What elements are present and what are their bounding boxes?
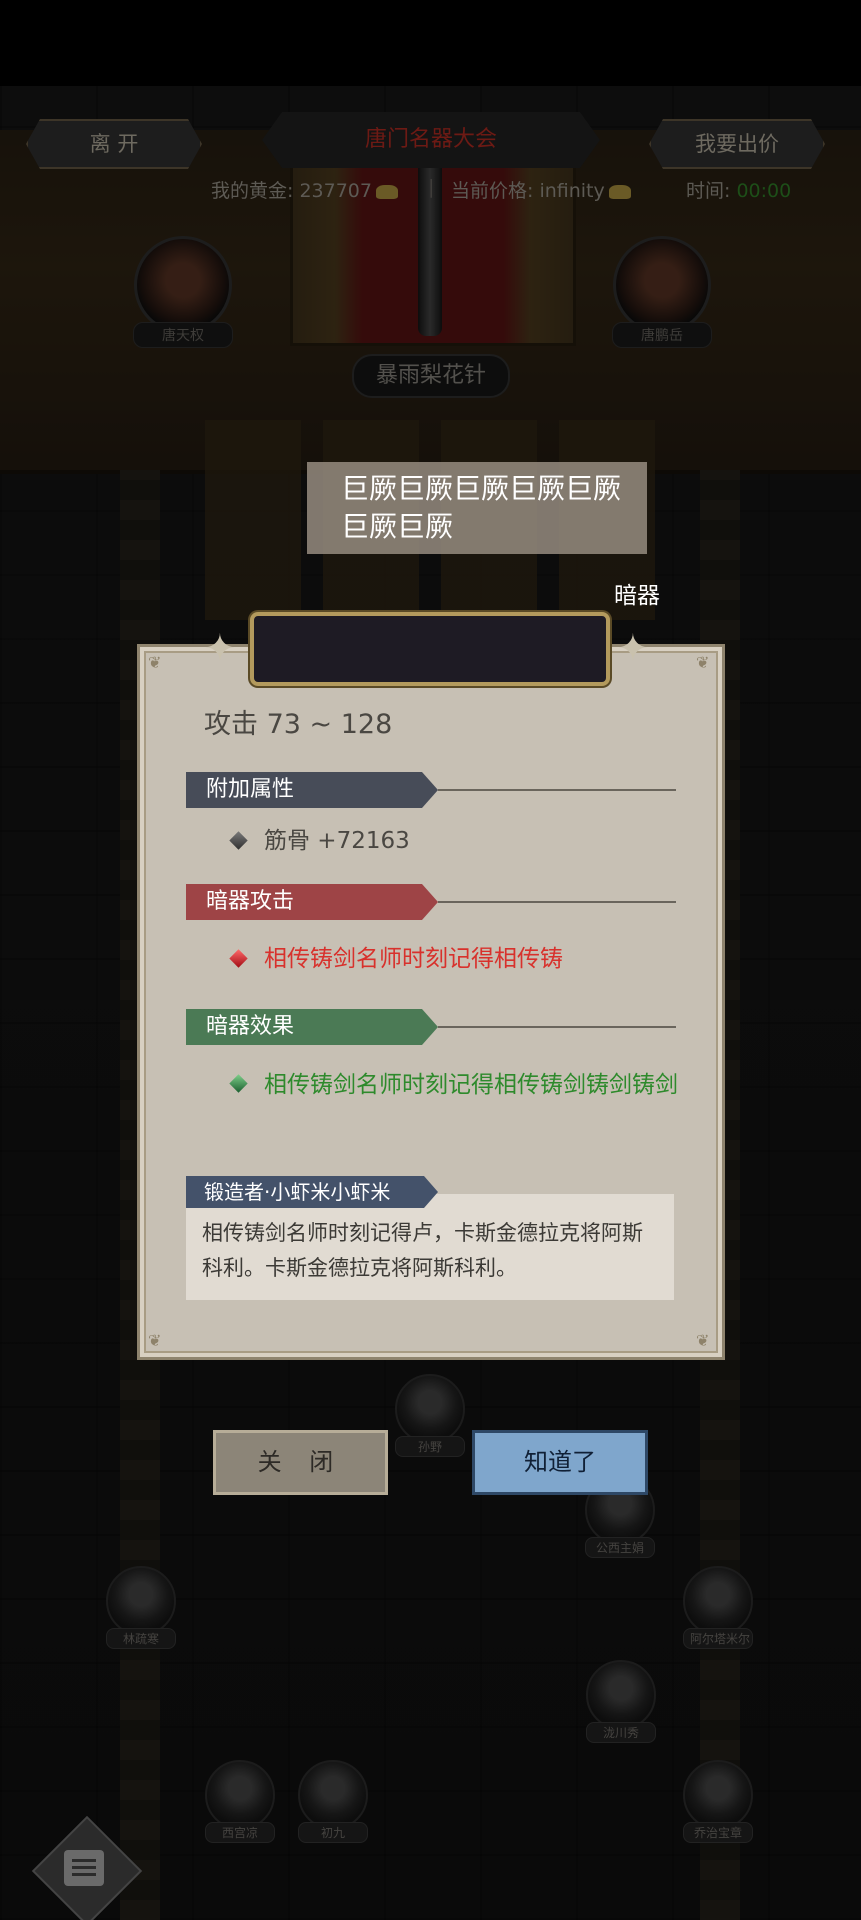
item-header-slot bbox=[250, 612, 610, 686]
divider bbox=[438, 901, 676, 903]
attack-stat: 攻击 73 ~ 128 bbox=[204, 709, 393, 740]
divider bbox=[438, 789, 676, 791]
item-name: 巨厥巨厥巨厥巨厥巨厥巨厥巨厥 bbox=[341, 472, 622, 543]
divider: | bbox=[428, 176, 435, 198]
game-screen: 唐天权 唐鹏岳 暴雨梨花针 孙野 公西主娟 林疏寒 阿尔塔米尔 泷川秀 西宫凉 … bbox=[0, 0, 861, 1920]
attribute-text: 筋骨 +72163 bbox=[264, 828, 410, 854]
item-type: 暗器 bbox=[614, 583, 660, 609]
confirm-button[interactable]: 知道了 bbox=[472, 1430, 648, 1495]
leave-button[interactable]: 离 开 bbox=[26, 119, 202, 169]
page-title: 唐门名器大会 bbox=[262, 112, 600, 168]
gold-text: 我的黄金: 237707 bbox=[211, 180, 372, 202]
item-name-box: 巨厥巨厥巨厥巨厥巨厥巨厥巨厥 bbox=[307, 462, 647, 554]
effect-description-row: 相传铸剑名师时刻记得相传铸剑铸剑铸剑 bbox=[229, 1066, 694, 1104]
divider bbox=[438, 1026, 676, 1028]
star-ornament-icon: ✦ bbox=[617, 626, 649, 670]
diamond-bullet-icon bbox=[229, 949, 248, 968]
time-label: 时间: bbox=[686, 180, 731, 202]
attack-description-row: 相传铸剑名师时刻记得相传铸 bbox=[229, 941, 704, 977]
price-text: 当前价格: infinity bbox=[451, 180, 605, 202]
effect-description: 相传铸剑名师时刻记得相传铸剑铸剑铸剑 bbox=[264, 1072, 678, 1098]
corner-ornament-icon: ❦ bbox=[148, 653, 162, 672]
section-title: 暗器攻击 bbox=[186, 884, 438, 920]
diamond-bullet-icon bbox=[229, 1074, 248, 1093]
time-value: 00:00 bbox=[736, 180, 792, 202]
section-title: 暗器效果 bbox=[186, 1009, 438, 1045]
extra-attribute-row: 筋骨 +72163 bbox=[229, 823, 704, 859]
attack-description: 相传铸剑名师时刻记得相传铸 bbox=[264, 946, 563, 972]
timer: 时间: 00:00 bbox=[686, 176, 791, 204]
gold-ingot-icon bbox=[375, 184, 398, 199]
forger-label: 锻造者·小虾米小虾米 bbox=[186, 1176, 438, 1208]
gold-balance: 我的黄金: 237707 bbox=[211, 176, 398, 204]
extra-attributes-section: 附加属性 bbox=[186, 772, 676, 808]
section-title: 附加属性 bbox=[186, 772, 438, 808]
bid-button[interactable]: 我要出价 bbox=[649, 119, 825, 169]
current-price: 当前价格: infinity bbox=[451, 176, 631, 204]
corner-ornament-icon: ❦ bbox=[696, 1331, 710, 1350]
gold-ingot-icon bbox=[608, 184, 631, 199]
diamond-bullet-icon bbox=[229, 831, 248, 850]
hidden-weapon-effect-section: 暗器效果 bbox=[186, 1009, 676, 1045]
forger-description: 相传铸剑名师时刻记得卢，卡斯金德拉克将阿斯科利。卡斯金德拉克将阿斯科利。 bbox=[202, 1221, 643, 1280]
close-button[interactable]: 关 闭 bbox=[213, 1430, 388, 1495]
corner-ornament-icon: ❦ bbox=[696, 653, 710, 672]
chat-icon[interactable] bbox=[64, 1850, 104, 1886]
hidden-weapon-attack-section: 暗器攻击 bbox=[186, 884, 676, 920]
star-ornament-icon: ✦ bbox=[204, 626, 236, 670]
corner-ornament-icon: ❦ bbox=[148, 1331, 162, 1350]
